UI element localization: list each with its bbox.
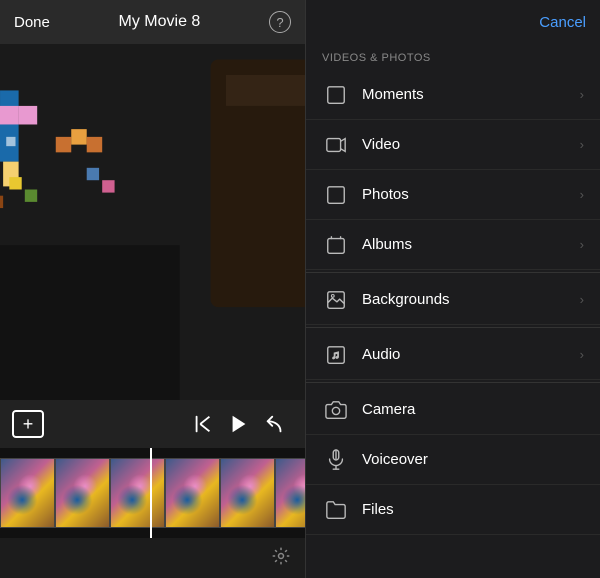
playhead — [150, 448, 152, 538]
undo-icon — [264, 413, 286, 435]
separator-1 — [306, 272, 600, 273]
menu-item-files[interactable]: Files — [306, 485, 600, 535]
audio-chevron: › — [580, 347, 584, 362]
done-button[interactable]: Done — [14, 14, 50, 31]
movie-title: My Movie 8 — [119, 13, 201, 31]
files-icon — [322, 496, 350, 524]
photos-label: Photos — [362, 186, 580, 203]
menu-item-photos[interactable]: Photos › — [306, 170, 600, 220]
audio-label: Audio — [362, 346, 580, 363]
albums-chevron: › — [580, 237, 584, 252]
moments-chevron: › — [580, 87, 584, 102]
menu-item-moments[interactable]: Moments › — [306, 70, 600, 120]
add-icon: + — [23, 414, 34, 435]
svg-text:♫: ♫ — [331, 349, 339, 361]
top-bar: Done My Movie 8 ? — [0, 0, 305, 44]
menu-item-camera[interactable]: Camera — [306, 385, 600, 435]
preview-image — [0, 44, 305, 400]
left-panel: Done My Movie 8 ? — [0, 0, 305, 578]
audio-icon: ♫ ♫ — [322, 341, 350, 369]
thumbnail-4 — [165, 458, 220, 528]
menu-item-audio[interactable]: ♫ ♫ Audio › — [306, 330, 600, 380]
separator-3 — [306, 382, 600, 383]
settings-bar — [0, 538, 305, 578]
backgrounds-label: Backgrounds — [362, 291, 580, 308]
cancel-button[interactable]: Cancel — [539, 14, 586, 31]
undo-button[interactable] — [257, 406, 293, 442]
thumbnail-1 — [0, 458, 55, 528]
menu-item-albums[interactable]: Albums › — [306, 220, 600, 270]
play-icon — [228, 413, 250, 435]
moments-label: Moments — [362, 86, 580, 103]
voiceover-label: Voiceover — [362, 451, 584, 468]
skip-back-button[interactable] — [185, 406, 221, 442]
video-label: Video — [362, 136, 580, 153]
right-panel: Cancel VIDEOS & PHOTOS Moments › — [305, 0, 600, 578]
thumbnail-5 — [220, 458, 275, 528]
photos-chevron: › — [580, 187, 584, 202]
play-button[interactable] — [221, 406, 257, 442]
backgrounds-icon — [322, 286, 350, 314]
menu-list: Moments › Video — [306, 70, 600, 578]
right-header: Cancel — [306, 0, 600, 44]
camera-label: Camera — [362, 401, 584, 418]
menu-item-video[interactable]: Video › — [306, 120, 600, 170]
video-icon — [322, 131, 350, 159]
files-label: Files — [362, 501, 584, 518]
skip-back-icon — [192, 413, 214, 435]
albums-label: Albums — [362, 236, 580, 253]
help-icon: ? — [276, 15, 283, 30]
section-label: VIDEOS & PHOTOS — [306, 44, 600, 70]
albums-icon — [322, 231, 350, 259]
add-button[interactable]: + — [12, 410, 44, 438]
video-preview — [0, 44, 305, 400]
timeline — [0, 448, 305, 538]
photos-icon — [322, 181, 350, 209]
thumbnail-6 — [275, 458, 305, 528]
timeline-track — [0, 458, 305, 528]
settings-button[interactable] — [271, 546, 291, 571]
video-chevron: › — [580, 137, 584, 152]
moments-icon — [322, 81, 350, 109]
menu-item-backgrounds[interactable]: Backgrounds › — [306, 275, 600, 325]
backgrounds-chevron: › — [580, 292, 584, 307]
camera-icon — [322, 396, 350, 424]
thumbnail-3 — [110, 458, 165, 528]
voiceover-icon — [322, 446, 350, 474]
controls-bar: + — [0, 400, 305, 448]
timeline-clip — [0, 458, 305, 528]
settings-icon — [271, 546, 291, 566]
menu-item-voiceover[interactable]: Voiceover — [306, 435, 600, 485]
help-button[interactable]: ? — [269, 11, 291, 33]
separator-2 — [306, 327, 600, 328]
thumbnail-2 — [55, 458, 110, 528]
preview-canvas — [0, 44, 305, 400]
